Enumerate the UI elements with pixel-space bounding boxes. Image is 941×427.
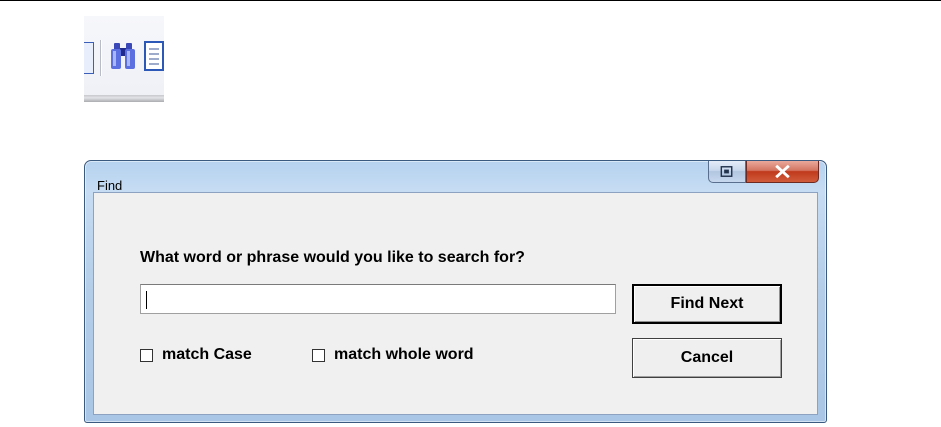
cancel-button[interactable]: Cancel: [632, 338, 782, 378]
close-button[interactable]: [746, 161, 819, 183]
find-dialog: Find What word or phrase would you like …: [84, 160, 827, 423]
top-divider: [0, 0, 941, 1]
match-case-checkbox[interactable]: [140, 348, 153, 362]
toolbar-button-edge[interactable]: [84, 42, 94, 74]
restore-icon: [720, 166, 733, 177]
search-prompt: What word or phrase would you like to se…: [140, 249, 525, 266]
match-case-option[interactable]: match Case: [140, 346, 252, 364]
toolbar-separator: [100, 40, 102, 76]
document-icon[interactable]: [144, 41, 164, 71]
binoculars-icon[interactable]: [110, 40, 136, 74]
find-next-button[interactable]: Find Next: [632, 284, 782, 324]
dialog-title: Find: [97, 178, 123, 193]
close-icon: [775, 164, 790, 179]
match-whole-word-label: match whole word: [334, 346, 474, 363]
match-whole-word-option[interactable]: match whole word: [312, 346, 474, 364]
text-caret: [146, 291, 147, 309]
dialog-body: What word or phrase would you like to se…: [93, 192, 818, 415]
match-case-label: match Case: [162, 346, 252, 363]
toolbar-bottom-edge: [84, 95, 164, 102]
match-whole-word-checkbox[interactable]: [312, 348, 325, 362]
restore-button[interactable]: [708, 161, 746, 183]
toolbar-fragment: [84, 16, 164, 102]
search-input[interactable]: [140, 284, 616, 314]
